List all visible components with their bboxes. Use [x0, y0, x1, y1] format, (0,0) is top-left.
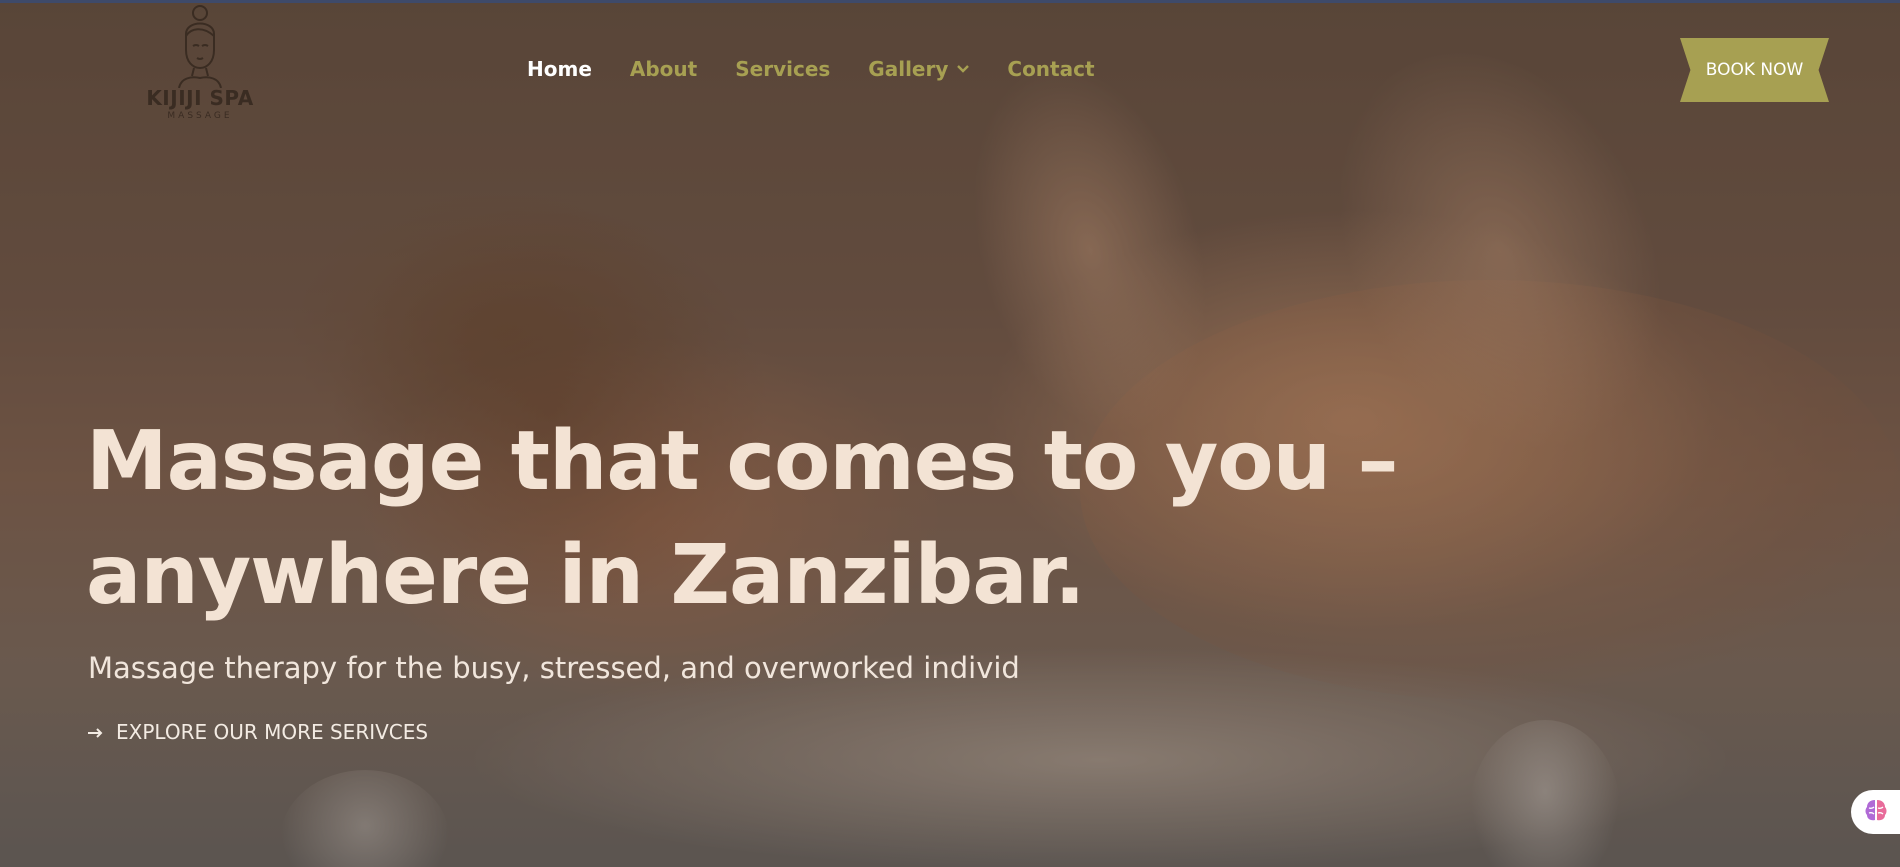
woman-face-icon	[178, 5, 222, 88]
nav-item-label: Gallery	[868, 57, 949, 81]
explore-label: EXPLORE OUR MORE SERIVCES	[116, 720, 429, 744]
nav-item-label: Home	[527, 57, 592, 81]
nav-item-home[interactable]: Home	[527, 57, 592, 81]
explore-services-link[interactable]: EXPLORE OUR MORE SERIVCES	[88, 720, 428, 744]
logo-title: KIJIJI SPA	[146, 86, 254, 110]
brain-icon	[1863, 797, 1889, 827]
nav-item-gallery[interactable]: Gallery	[868, 57, 970, 81]
book-now-button[interactable]: BOOK NOW	[1680, 38, 1829, 102]
floating-assistant-button[interactable]	[1851, 790, 1900, 834]
hero-headline: Massage that comes to you – anywhere in …	[86, 405, 1586, 633]
top-border	[0, 0, 1900, 3]
headline-line-1: Massage that comes to you –	[86, 414, 1399, 509]
site-logo[interactable]: KIJIJI SPA MASSAGE	[140, 4, 260, 126]
nav-item-label: Services	[735, 57, 831, 81]
nav-item-contact[interactable]: Contact	[1007, 57, 1094, 81]
arrow-right-icon	[88, 722, 104, 743]
logo-subtitle: MASSAGE	[167, 111, 233, 121]
nav-item-label: Contact	[1007, 57, 1095, 81]
headline-line-2: anywhere in Zanzibar.	[86, 528, 1085, 623]
hero-subline: Massage therapy for the busy, stressed, …	[88, 651, 1020, 685]
nav-item-label: About	[629, 57, 698, 81]
nav-item-services[interactable]: Services	[735, 57, 830, 81]
hero-section: KIJIJI SPA MASSAGE Home About Services G…	[0, 0, 1900, 867]
main-navigation: Home About Services Gallery Contact	[527, 57, 1133, 81]
chevron-down-icon	[957, 61, 970, 77]
nav-item-about[interactable]: About	[630, 57, 697, 81]
